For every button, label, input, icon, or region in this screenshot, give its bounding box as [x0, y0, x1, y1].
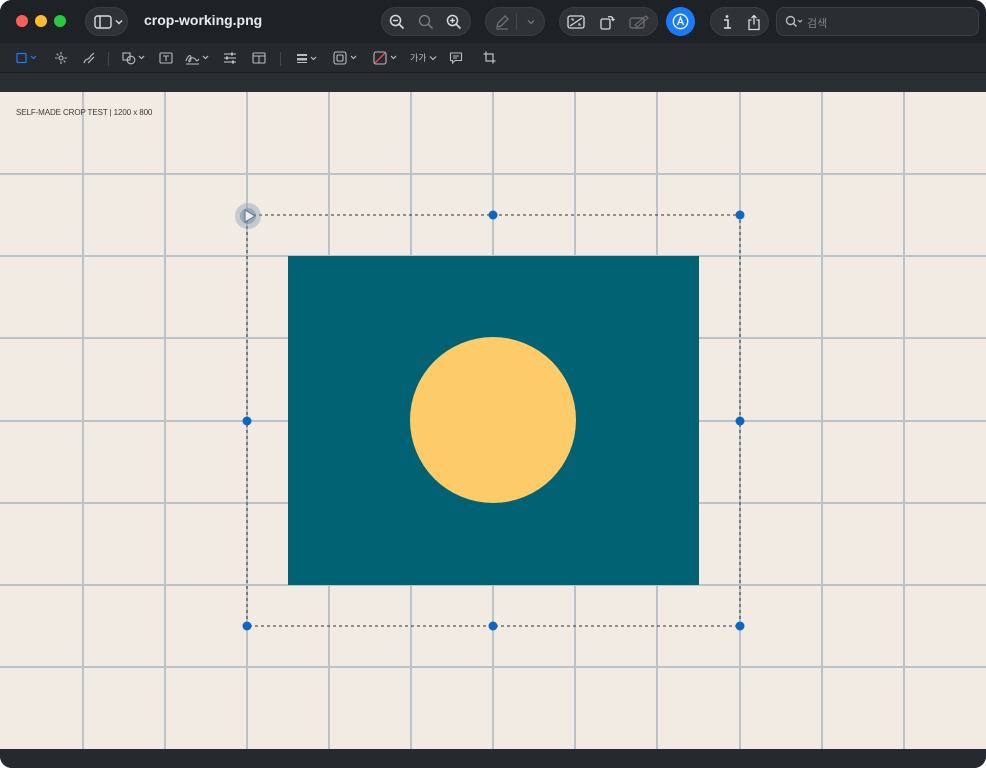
image-tools-group	[559, 7, 658, 36]
mouse-pointer	[235, 203, 261, 229]
text-style-button[interactable]: 가가	[410, 43, 437, 72]
crop-handle-bottom-middle[interactable]	[488, 621, 498, 631]
image-artwork	[0, 92, 986, 749]
markup-toolbar: 가가	[0, 43, 986, 72]
crop-button[interactable]	[483, 43, 496, 72]
divider	[516, 14, 517, 30]
fill-color-button[interactable]	[373, 43, 399, 72]
search-placeholder: 검색	[807, 18, 828, 30]
page-layout-icon	[252, 51, 266, 64]
sketch-button[interactable]	[82, 43, 96, 72]
info-icon	[724, 15, 731, 29]
page-layout-button[interactable]	[252, 43, 266, 72]
zoom-group	[381, 7, 471, 36]
search-field[interactable]: 검색	[776, 7, 979, 36]
chevron-down-icon	[429, 55, 436, 60]
bottom-bar	[0, 749, 986, 768]
minimize-window-button[interactable]	[35, 15, 47, 27]
window-title: crop-working.png	[144, 12, 263, 28]
zoom-out-button[interactable]	[388, 13, 406, 31]
chevron-down-icon	[527, 20, 535, 25]
highlight-button[interactable]	[493, 13, 511, 31]
sidebar-icon	[94, 15, 112, 29]
crop-handle-top-right[interactable]	[735, 210, 745, 220]
highlight-icon	[496, 15, 509, 30]
adjust-size-icon	[567, 15, 585, 29]
crop-handle-middle-right[interactable]	[735, 416, 745, 426]
crop-handle-bottom-left[interactable]	[242, 621, 252, 631]
smart-lasso-icon	[55, 51, 67, 64]
preview-window: crop-working.png 검색 가가 SELF-MADE CROP TE…	[0, 0, 986, 768]
signature-icon	[185, 54, 209, 64]
yellow-circle	[410, 337, 576, 503]
text-box-icon	[159, 51, 173, 64]
info-button[interactable]	[719, 13, 735, 31]
markup-draw-button[interactable]	[628, 13, 650, 31]
crop-handle-middle-left[interactable]	[242, 416, 252, 426]
adjust-color-button[interactable]	[223, 43, 237, 72]
adjust-size-button[interactable]	[566, 13, 586, 31]
zoom-in-button[interactable]	[445, 13, 463, 31]
crop-handle-bottom-right[interactable]	[735, 621, 745, 631]
chevron-down-icon	[115, 20, 123, 25]
pen-tip-icon	[672, 13, 689, 30]
sidebar-toggle-button[interactable]	[85, 7, 128, 36]
search-icon	[785, 15, 803, 28]
line-style-button[interactable]	[296, 43, 320, 72]
fill-color-icon	[373, 50, 397, 65]
close-window-button[interactable]	[16, 15, 28, 27]
crop-icon	[483, 51, 496, 64]
info-share-group	[710, 7, 769, 36]
line-style-icon	[297, 53, 317, 63]
actual-size-button[interactable]	[417, 13, 435, 31]
markup-toggle-button[interactable]	[666, 7, 695, 36]
instant-alpha-button[interactable]	[54, 43, 68, 72]
sketch-icon	[83, 52, 95, 63]
zoom-window-button[interactable]	[54, 15, 66, 27]
rect-selection-icon	[16, 52, 37, 63]
share-button[interactable]	[746, 13, 762, 31]
highlight-group	[485, 7, 545, 36]
rotate-button[interactable]	[598, 13, 616, 31]
highlight-options-button[interactable]	[522, 13, 540, 31]
title-bar: crop-working.png 검색	[0, 0, 986, 43]
image-caption: SELF-MADE CROP TEST | 1200 x 800	[16, 108, 153, 117]
signature-button[interactable]	[185, 43, 211, 72]
toolbar-divider	[108, 52, 109, 66]
text-box-button[interactable]	[159, 43, 173, 72]
crop-handle-top-middle[interactable]	[488, 210, 498, 220]
text-style-label: 가가	[410, 53, 427, 63]
selection-tool-button[interactable]	[16, 43, 38, 72]
share-icon	[748, 14, 760, 30]
zoom-in-icon	[446, 14, 462, 30]
toolbar-divider	[280, 52, 281, 66]
shapes-icon	[122, 51, 145, 64]
note-button[interactable]	[449, 43, 463, 72]
document-tab-strip	[0, 72, 986, 93]
shapes-button[interactable]	[122, 43, 148, 72]
image-canvas[interactable]: SELF-MADE CROP TEST | 1200 x 800	[0, 92, 986, 749]
zoom-out-icon	[389, 14, 405, 30]
markup-icon	[629, 15, 649, 29]
rotate-icon	[600, 15, 615, 30]
actual-size-icon	[418, 14, 434, 30]
border-color-button[interactable]	[333, 43, 359, 72]
border-color-icon	[333, 50, 357, 65]
note-icon	[449, 51, 463, 64]
adjust-color-icon	[224, 52, 236, 63]
